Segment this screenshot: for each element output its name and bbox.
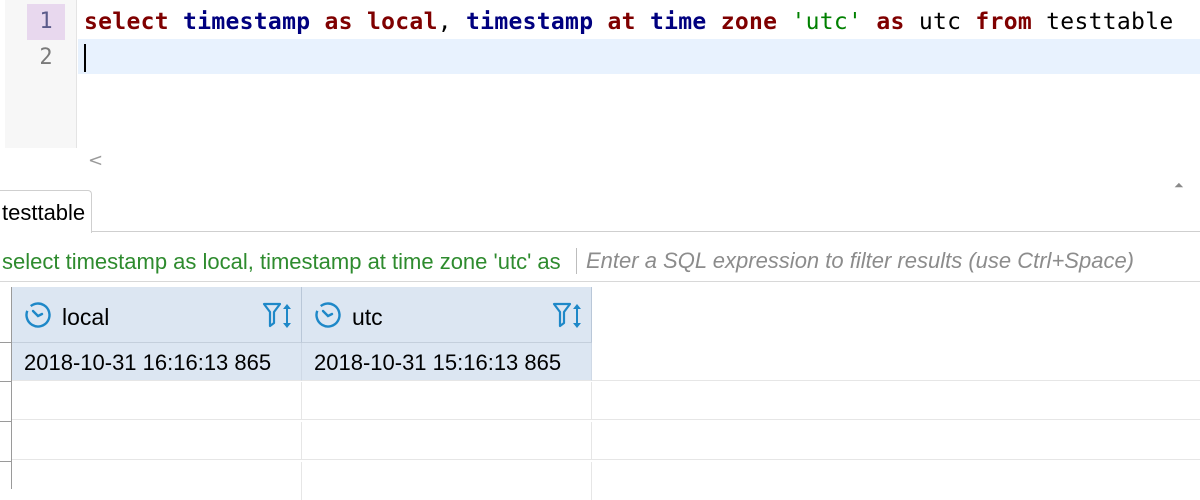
empty-cell [592, 382, 1200, 420]
filter-separator [576, 248, 577, 274]
current-line-highlight [78, 39, 1200, 74]
sql-editor[interactable]: 1 2 select timestamp as local, timestamp… [0, 0, 1200, 192]
text-caret [84, 44, 86, 72]
tab-testtable[interactable]: testtable [0, 190, 93, 233]
string-literal: 'utc' [791, 9, 863, 35]
code-text: , [437, 9, 467, 35]
clock-icon [315, 302, 341, 328]
column-label: local [62, 304, 110, 330]
keyword: zone [720, 9, 778, 35]
row-header[interactable] [0, 422, 12, 462]
table-cell[interactable]: 2018-10-31 15:16:13 865 [302, 343, 592, 381]
row-header-corner [0, 287, 12, 343]
results-tab-bar: testtable [0, 190, 1200, 233]
filter-expression-input[interactable] [580, 244, 1198, 278]
keyword: select [84, 9, 169, 35]
active-query-label[interactable]: select timestamp as local, timestamp at … [2, 240, 568, 282]
code-line-1[interactable]: select timestamp as local, timestamp at … [84, 4, 1174, 40]
filter-bar: select timestamp as local, timestamp at … [0, 240, 1200, 282]
filter-sort-icon[interactable] [262, 301, 296, 331]
empty-cell [302, 422, 592, 460]
keyword: as [324, 9, 353, 35]
empty-cell [302, 382, 592, 420]
empty-cell [12, 462, 302, 500]
filter-sort-icon[interactable] [552, 301, 586, 331]
keyword: as [876, 9, 905, 35]
empty-cell [12, 382, 302, 420]
clock-icon [25, 302, 51, 328]
code-text: testtable [1032, 9, 1174, 35]
function-name: time [649, 9, 707, 35]
scroll-left-arrow-icon[interactable]: < [88, 150, 103, 171]
keyword: local [366, 9, 438, 35]
column-label: utc [352, 304, 383, 330]
keyword: at [607, 9, 636, 35]
table-cell[interactable]: 2018-10-31 16:16:13 865 [12, 343, 302, 381]
empty-cell [302, 462, 592, 500]
line-number: 1 [27, 4, 65, 40]
row-header-gutter [0, 287, 12, 489]
column-header-utc[interactable]: utc [302, 287, 592, 343]
empty-cell [12, 422, 302, 460]
line-number: 2 [39, 45, 53, 70]
empty-cell [592, 422, 1200, 460]
keyword: from [975, 9, 1033, 35]
results-grid[interactable]: local utc 2018-10-31 16:16:13 865 2018-1… [0, 287, 1200, 500]
empty-cell [592, 343, 1200, 381]
code-area[interactable]: select timestamp as local, timestamp at … [78, 0, 1200, 148]
line-number-gutter: 1 2 [5, 0, 77, 148]
column-header-local[interactable]: local [12, 287, 302, 343]
function-name: timestamp [466, 9, 594, 35]
function-name: timestamp [183, 9, 311, 35]
row-header[interactable] [0, 382, 12, 422]
row-header[interactable] [0, 343, 12, 382]
code-text: utc [904, 9, 976, 35]
